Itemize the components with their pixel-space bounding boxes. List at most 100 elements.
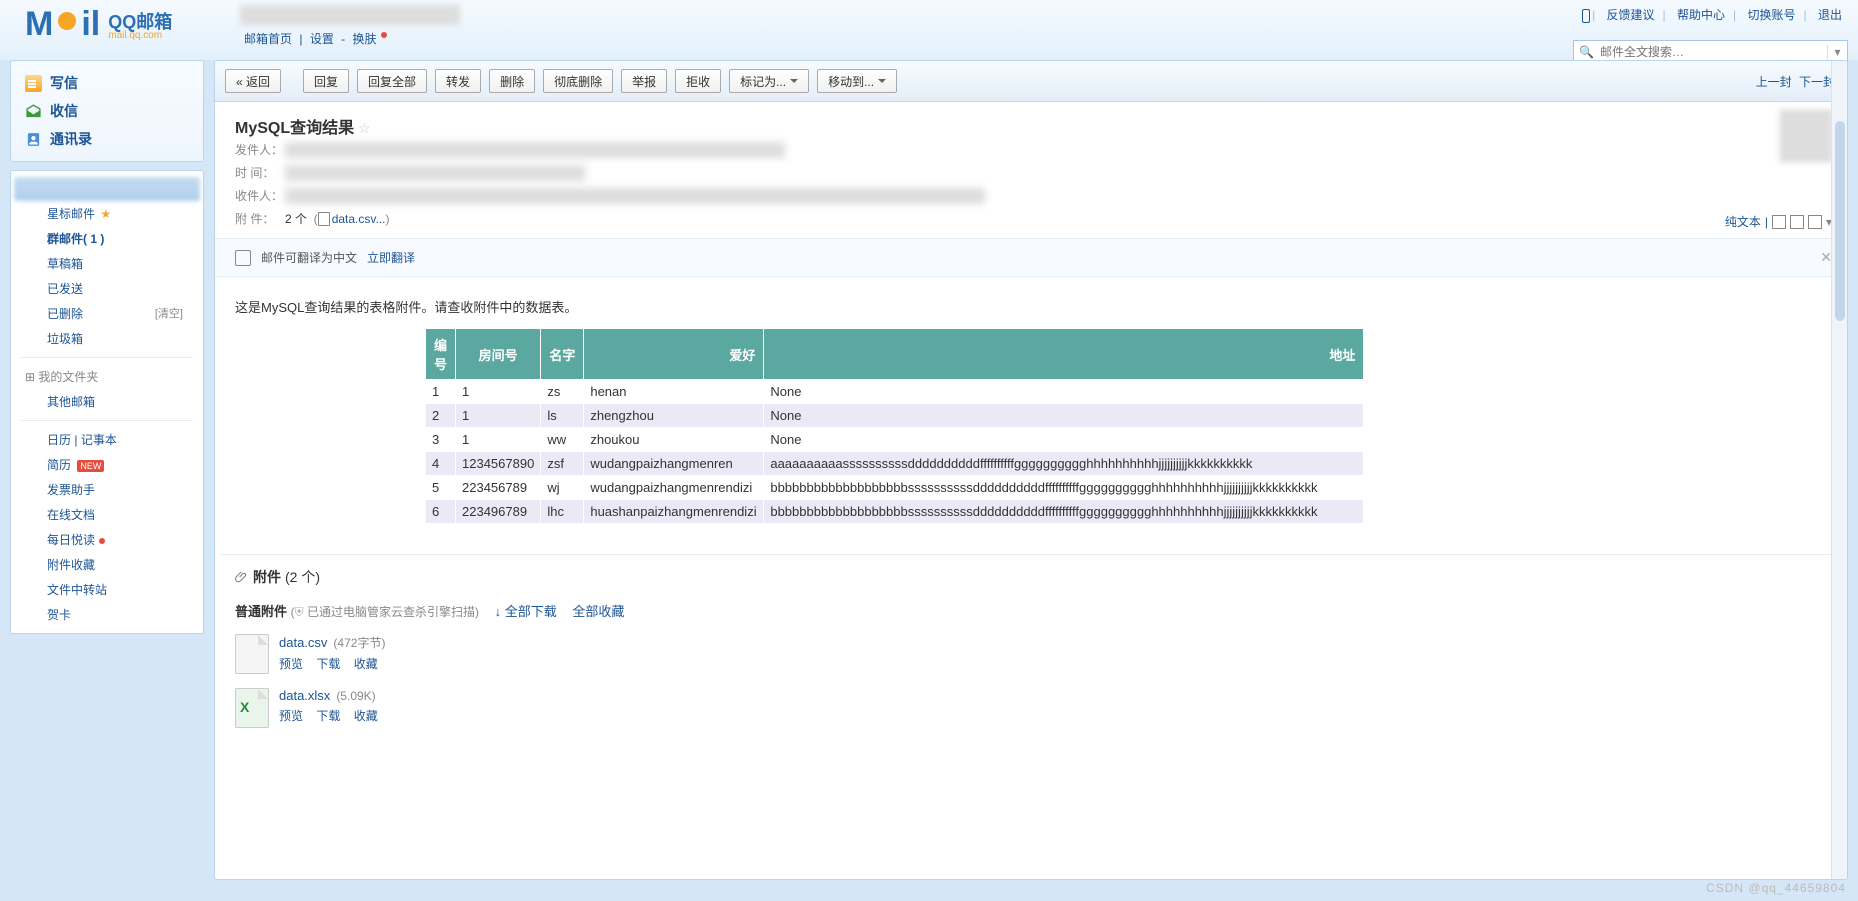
folder-daily[interactable]: 每日悦读 — [11, 527, 203, 552]
table-cell: wudangpaizhangmenren — [584, 452, 764, 476]
account-name-blur — [240, 5, 460, 25]
table-cell: 1 — [456, 428, 541, 452]
link-feedback[interactable]: 反馈建议 — [1607, 8, 1655, 22]
table-header: 名字 — [541, 329, 584, 380]
search-dropdown-icon[interactable]: ▾ — [1827, 45, 1847, 59]
table-cell: 223456789 — [456, 476, 541, 500]
table-cell: lhc — [541, 500, 584, 524]
file-type-icon — [235, 688, 269, 728]
inbox-label: 收信 — [50, 101, 78, 121]
folder-draft[interactable]: 草稿箱 — [11, 251, 203, 276]
table-row: 6223496789lhchuashanpaizhangmenrendizibb… — [426, 500, 1364, 524]
toolbar: « 返回 回复 回复全部 转发 删除 彻底删除 举报 拒收 标记为... 移动到… — [215, 61, 1847, 102]
delete-button[interactable]: 删除 — [489, 69, 535, 93]
report-button[interactable]: 举报 — [621, 69, 667, 93]
table-cell: wj — [541, 476, 584, 500]
purge-button[interactable]: 彻底删除 — [543, 69, 613, 93]
file-preview[interactable]: 预览 — [279, 657, 303, 671]
clip-icon — [235, 570, 249, 584]
back-button[interactable]: « 返回 — [225, 69, 281, 93]
red-dot-icon — [99, 538, 105, 544]
folder-invoice[interactable]: 发票助手 — [11, 477, 203, 502]
folder-onlinedoc[interactable]: 在线文档 — [11, 502, 203, 527]
table-cell: 1 — [456, 380, 541, 404]
contacts-button[interactable]: 通讯录 — [11, 125, 203, 153]
inbox-icon — [25, 103, 42, 120]
newwin-icon[interactable] — [1772, 215, 1786, 229]
main-panel: « 返回 回复 回复全部 转发 删除 彻底删除 举报 拒收 标记为... 移动到… — [214, 60, 1848, 880]
file-download[interactable]: 下载 — [316, 657, 340, 671]
folder-resume[interactable]: 简历 NEW — [11, 452, 203, 477]
folder-starred[interactable]: 星标邮件 ★ — [11, 201, 203, 226]
file-preview[interactable]: 预览 — [279, 709, 303, 723]
table-cell: 2 — [426, 404, 456, 428]
link-switch[interactable]: 切换账号 — [1748, 8, 1796, 22]
logo-o-icon — [58, 12, 76, 30]
reply-button[interactable]: 回复 — [303, 69, 349, 93]
folder-calendar-notes[interactable]: 日历 | 记事本 — [11, 427, 203, 452]
reply-all-button[interactable]: 回复全部 — [357, 69, 427, 93]
reject-button[interactable]: 拒收 — [675, 69, 721, 93]
inbox-button[interactable]: 收信 — [11, 97, 203, 125]
folder-card[interactable]: 贺卡 — [11, 602, 203, 627]
nav-home[interactable]: 邮箱首页 — [244, 32, 292, 46]
folder-sent[interactable]: 已发送 — [11, 276, 203, 301]
table-cell: None — [764, 404, 1364, 428]
logo[interactable]: M il QQ邮箱 mail.qq.com — [25, 5, 172, 44]
attach-link[interactable]: data.csv... — [332, 212, 386, 226]
file-collect[interactable]: 收藏 — [354, 657, 378, 671]
mail-body: 这是MySQL查询结果的表格附件。请查收附件中的数据表。 编号房间号名字爱好地址… — [215, 277, 1847, 544]
logo-il: il — [81, 5, 100, 44]
file-collect[interactable]: 收藏 — [354, 709, 378, 723]
table-cell: None — [764, 380, 1364, 404]
folder-my-folders[interactable]: ⊞ 我的文件夹 — [11, 364, 203, 389]
table-cell: 1 — [456, 404, 541, 428]
table-cell: 6 — [426, 500, 456, 524]
folder-spam[interactable]: 垃圾箱 — [11, 326, 203, 351]
search-input[interactable] — [1594, 45, 1827, 59]
table-cell: 1 — [426, 380, 456, 404]
compose-button[interactable]: 写信 — [11, 69, 203, 97]
table-header: 爱好 — [584, 329, 764, 380]
file-name[interactable]: data.xlsx — [279, 688, 330, 703]
folder-group[interactable]: 群邮件( 1 ) — [11, 226, 203, 251]
attachments-section: 附件(2 个) 普通附件 (⛨ 已通过电脑管家云查杀引擎扫描) ↓ 全部下载 全… — [221, 554, 1841, 740]
mark-button[interactable]: 标记为... — [729, 69, 809, 93]
collect-all[interactable]: 全部收藏 — [572, 604, 624, 619]
translate-link[interactable]: 立即翻译 — [367, 249, 415, 266]
caret-down-icon — [790, 79, 798, 87]
encoding-icon[interactable] — [1790, 215, 1804, 229]
time-value-blur — [285, 165, 585, 181]
prev-mail[interactable]: 上一封 — [1756, 75, 1792, 89]
folder-other[interactable]: 其他邮箱 — [11, 389, 203, 414]
file-name[interactable]: data.csv — [279, 635, 327, 650]
contacts-label: 通讯录 — [50, 129, 92, 149]
phone-icon[interactable] — [1582, 9, 1590, 23]
folder-deleted[interactable]: 已删除[清空] — [11, 301, 203, 326]
clear-deleted[interactable]: [清空] — [155, 305, 183, 321]
folder-attach-collect[interactable]: 附件收藏 — [11, 552, 203, 577]
attachment-item: data.xlsx(5.09K) 预览 下载 收藏 — [235, 688, 1827, 728]
link-help[interactable]: 帮助中心 — [1677, 8, 1725, 22]
next-mail[interactable]: 下一封 — [1799, 75, 1835, 89]
nav-settings[interactable]: 设置 — [310, 32, 334, 46]
link-logout[interactable]: 退出 — [1818, 8, 1842, 22]
subject-star-icon[interactable]: ☆ — [358, 120, 371, 136]
folder-transfer[interactable]: 文件中转站 — [11, 577, 203, 602]
download-all[interactable]: ↓ 全部下载 — [495, 604, 557, 619]
print-icon[interactable] — [1808, 215, 1822, 229]
nav-skin[interactable]: 换肤 — [353, 32, 377, 46]
forward-button[interactable]: 转发 — [435, 69, 481, 93]
scroll-thumb[interactable] — [1835, 121, 1845, 321]
mail-subject: MySQL查询结果 — [235, 120, 354, 137]
attach-label: 附 件： — [235, 210, 285, 227]
move-button[interactable]: 移动到... — [817, 69, 897, 93]
watermark: CSDN @qq_44659804 — [1706, 881, 1846, 895]
file-download[interactable]: 下载 — [316, 709, 340, 723]
folder-selected-blur[interactable] — [14, 177, 200, 201]
table-cell: ls — [541, 404, 584, 428]
table-cell: huashanpaizhangmenrendizi — [584, 500, 764, 524]
table-cell: 5 — [426, 476, 456, 500]
scrollbar[interactable] — [1831, 61, 1847, 879]
plaintext-link[interactable]: 纯文本 — [1725, 213, 1761, 230]
